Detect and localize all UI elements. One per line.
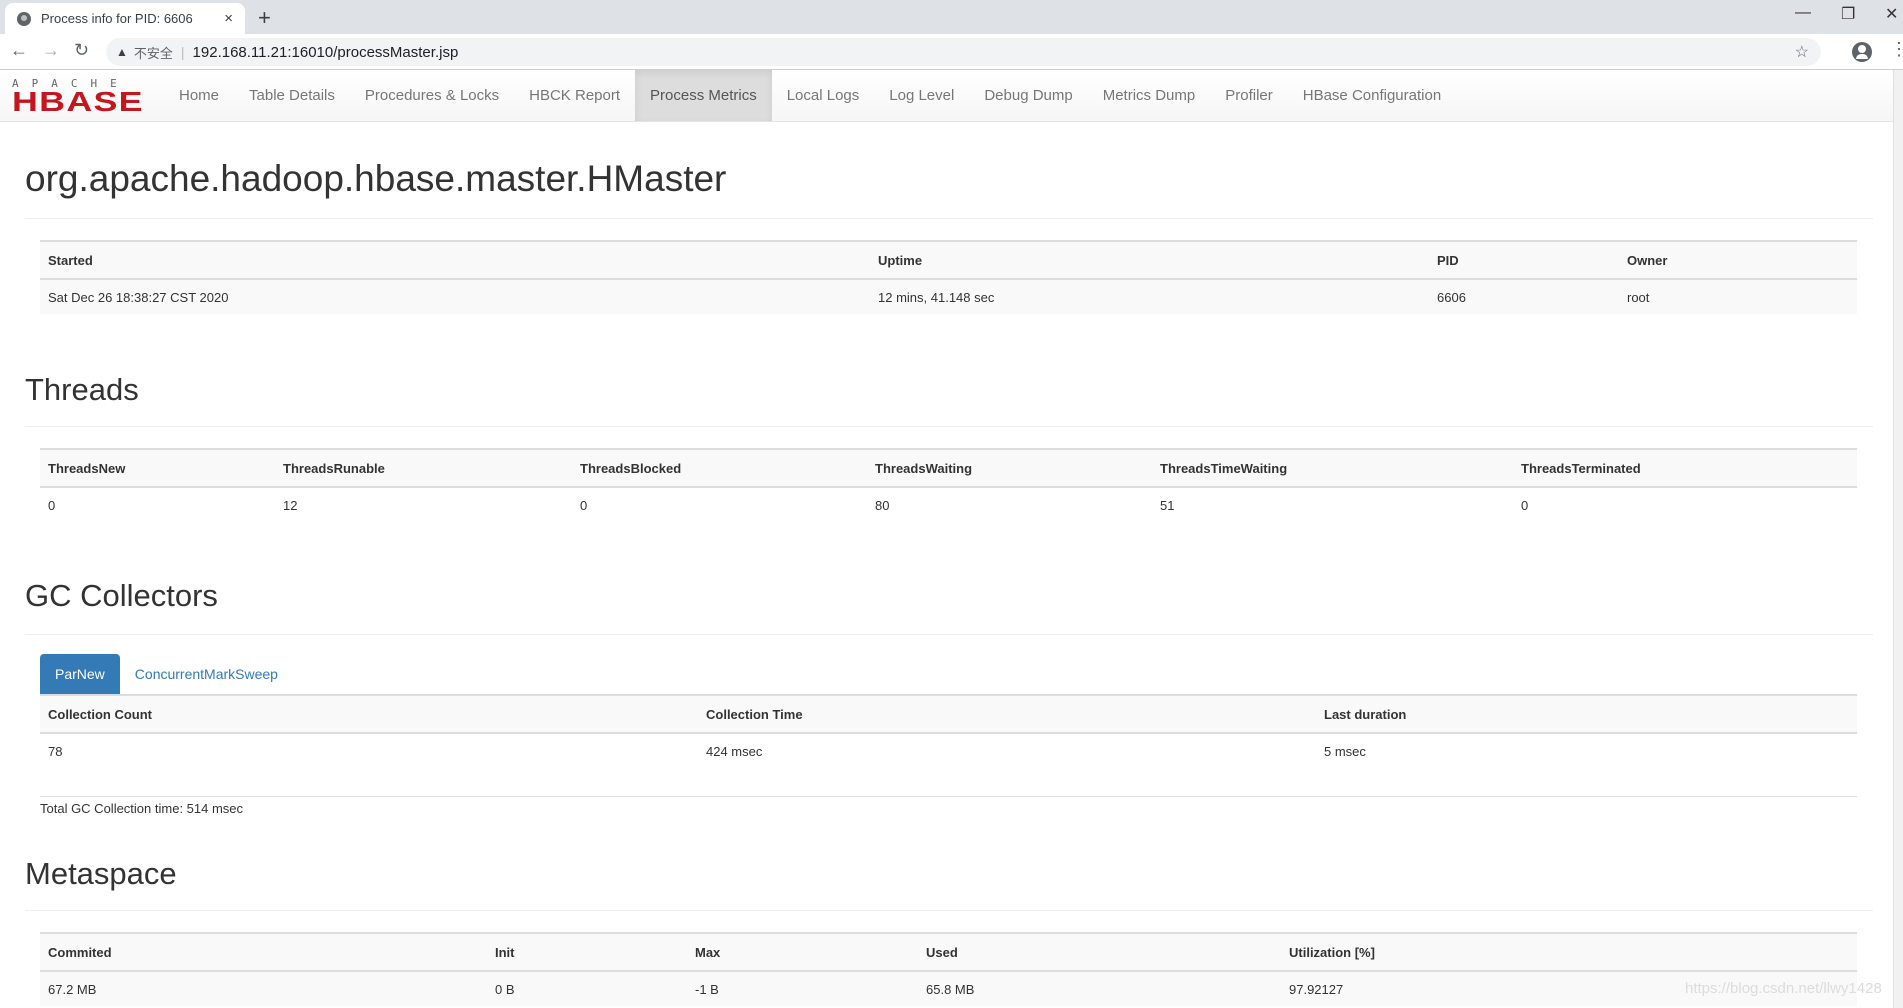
nav-local-logs[interactable]: Local Logs (772, 70, 875, 121)
security-label[interactable]: 不安全 (134, 43, 173, 62)
table-row: 0 12 0 80 51 0 (40, 487, 1857, 522)
nav-hbase-configuration[interactable]: HBase Configuration (1288, 70, 1456, 121)
metaspace-heading: Metaspace (25, 856, 177, 891)
nav-process-metrics[interactable]: Process Metrics (635, 70, 772, 121)
nav-profiler[interactable]: Profiler (1210, 70, 1288, 121)
col-owner: Owner (1619, 240, 1857, 280)
hbase-logo[interactable]: APACHE HBASE (12, 78, 147, 116)
tab-parnew[interactable]: ParNew (40, 654, 120, 694)
col-threads-runable: ThreadsRunable (275, 448, 572, 488)
threads-new-value: 0 (48, 497, 56, 513)
used-value: 65.8 MB (918, 971, 1281, 1006)
nav-log-level[interactable]: Log Level (874, 70, 969, 121)
gc-tabs: ParNew ConcurrentMarkSweep (40, 654, 293, 694)
started-value: Sat Dec 26 18:38:27 CST 2020 (40, 279, 870, 314)
logo-hbase-text: HBASE (12, 86, 144, 117)
browser-toolbar: ← → ↻ ▲ 不安全 | 192.168.11.21:16010/proces… (0, 34, 1903, 70)
col-commited: Commited (40, 932, 487, 972)
col-init: Init (487, 932, 687, 972)
bookmark-star-icon[interactable]: ☆ (1795, 42, 1809, 62)
watermark: https://blog.csdn.net/llwy1428 (1685, 980, 1882, 997)
threads-heading: Threads (25, 372, 139, 407)
col-threads-terminated: ThreadsTerminated (1513, 448, 1857, 488)
col-pid: PID (1429, 240, 1619, 280)
uptime-value: 12 mins, 41.148 sec (870, 279, 1429, 314)
main-nav: Home Table Details Procedures & Locks HB… (164, 70, 1456, 122)
close-tab-icon[interactable]: × (224, 10, 233, 27)
app-navbar: APACHE HBASE Home Table Details Procedur… (0, 70, 1893, 122)
max-value: -1 B (687, 971, 918, 1006)
profile-avatar-icon[interactable] (1852, 42, 1872, 62)
nav-metrics-dump[interactable]: Metrics Dump (1088, 70, 1211, 121)
nav-procedures-locks[interactable]: Procedures & Locks (350, 70, 514, 121)
table-row: 78 424 msec 5 msec (40, 733, 1857, 769)
divider (25, 426, 1873, 427)
window-close-icon[interactable]: ✕ (1885, 4, 1898, 24)
col-max: Max (687, 932, 918, 972)
col-utilization: Utilization [%] (1281, 932, 1857, 972)
threads-table: ThreadsNew ThreadsRunable ThreadsBlocked… (40, 448, 1857, 522)
threads-time-waiting-value: 51 (1160, 497, 1175, 513)
warning-icon[interactable]: ▲ (116, 45, 128, 59)
col-used: Used (918, 932, 1281, 972)
divider (25, 218, 1873, 219)
restore-icon[interactable]: ❐ (1841, 4, 1855, 24)
gc-total-time: Total GC Collection time: 514 msec (40, 801, 244, 816)
address-bar[interactable]: ▲ 不安全 | 192.168.11.21:16010/processMaste… (106, 38, 1821, 66)
nav-home[interactable]: Home (164, 70, 234, 121)
col-last-duration: Last duration (1316, 694, 1857, 734)
reload-icon[interactable]: ↻ (74, 40, 89, 61)
col-started: Started (40, 240, 870, 280)
browser-tab[interactable]: Process info for PID: 6606 × (5, 3, 245, 34)
col-collection-time: Collection Time (698, 694, 1316, 734)
vertical-scrollbar[interactable] (1893, 70, 1903, 1008)
col-uptime: Uptime (870, 240, 1429, 280)
col-collection-count: Collection Count (40, 694, 698, 734)
gc-table: Collection Count Collection Time Last du… (40, 694, 1857, 769)
tab-concurrent-mark-sweep[interactable]: ConcurrentMarkSweep (120, 654, 293, 694)
nav-hbck-report[interactable]: HBCK Report (514, 70, 635, 121)
commited-value: 67.2 MB (40, 971, 487, 1006)
collection-time-value: 424 msec (706, 744, 763, 759)
process-info-table: Started Uptime PID Owner Sat Dec 26 18:3… (40, 240, 1857, 314)
globe-icon (17, 11, 31, 26)
threads-terminated-value: 0 (1521, 497, 1529, 513)
browser-tab-strip: Process info for PID: 6606 × + — ❐ ✕ (0, 0, 1903, 34)
owner-value: root (1619, 279, 1857, 314)
pid-value: 6606 (1429, 279, 1619, 314)
divider (40, 796, 1857, 797)
minimize-icon[interactable]: — (1795, 4, 1811, 22)
metaspace-table: Commited Init Max Used Utilization [%] 6… (40, 932, 1857, 1006)
col-threads-new: ThreadsNew (40, 448, 275, 488)
col-threads-waiting: ThreadsWaiting (867, 448, 1152, 488)
table-row: Sat Dec 26 18:38:27 CST 2020 12 mins, 41… (40, 279, 1857, 314)
back-icon[interactable]: ← (10, 40, 28, 61)
tab-title: Process info for PID: 6606 (41, 11, 193, 26)
new-tab-button[interactable]: + (258, 5, 271, 31)
threads-blocked-value: 0 (580, 497, 588, 513)
col-threads-time-waiting: ThreadsTimeWaiting (1152, 448, 1513, 488)
url-text[interactable]: 192.168.11.21:16010/processMaster.jsp (193, 44, 459, 61)
last-duration-value: 5 msec (1324, 744, 1366, 759)
collection-count-value: 78 (48, 744, 63, 759)
divider (25, 634, 1873, 635)
threads-waiting-value: 80 (875, 497, 890, 513)
col-threads-blocked: ThreadsBlocked (572, 448, 867, 488)
gc-heading: GC Collectors (25, 578, 218, 613)
divider (25, 910, 1873, 911)
forward-icon[interactable]: → (42, 40, 60, 61)
table-row: 67.2 MB 0 B -1 B 65.8 MB 97.92127 (40, 971, 1857, 1006)
separator: | (180, 44, 185, 60)
nav-table-details[interactable]: Table Details (234, 70, 350, 121)
browser-menu-icon[interactable]: ⋮ (1890, 40, 1903, 58)
init-value: 0 B (487, 971, 687, 1006)
page-title: org.apache.hadoop.hbase.master.HMaster (25, 158, 727, 199)
threads-runable-value: 12 (283, 497, 298, 513)
nav-debug-dump[interactable]: Debug Dump (969, 70, 1087, 121)
